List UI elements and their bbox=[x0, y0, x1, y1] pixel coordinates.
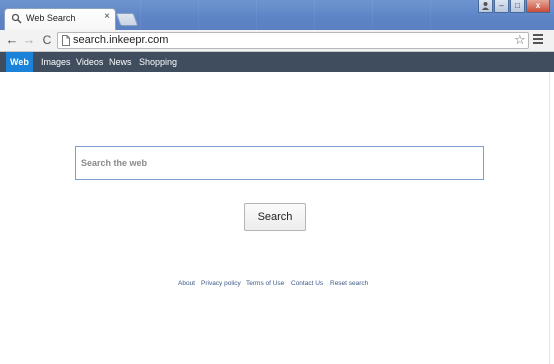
address-bar[interactable] bbox=[57, 32, 529, 49]
browser-toolbar: ← → C ☆ bbox=[0, 30, 554, 52]
bookmark-star-icon[interactable]: ☆ bbox=[514, 33, 526, 46]
tab-strip-background bbox=[140, 0, 470, 30]
page-icon bbox=[62, 35, 70, 46]
search-category-nav: Web Images Videos News Shopping bbox=[0, 52, 554, 72]
menu-icon[interactable] bbox=[533, 34, 543, 44]
nav-shopping[interactable]: Shopping bbox=[135, 52, 181, 72]
forward-button[interactable]: → bbox=[22, 33, 36, 47]
tab-close-icon[interactable]: × bbox=[104, 11, 110, 22]
tab-web-search[interactable]: Web Search × bbox=[4, 8, 116, 30]
close-window-button[interactable]: x bbox=[526, 0, 550, 13]
page-edge bbox=[549, 72, 550, 364]
tab-title: Web Search bbox=[26, 13, 76, 23]
minimize-button[interactable]: – bbox=[494, 0, 509, 13]
reload-button[interactable]: C bbox=[40, 33, 54, 47]
back-button[interactable]: ← bbox=[5, 33, 19, 47]
footer-link-reset[interactable]: Reset search bbox=[330, 280, 368, 287]
maximize-button[interactable]: □ bbox=[510, 0, 525, 13]
nav-images[interactable]: Images bbox=[37, 52, 75, 72]
footer-links: About Privacy policy Terms of Use Contac… bbox=[0, 280, 554, 292]
search-box[interactable] bbox=[75, 146, 484, 180]
browser-window: Web Search × – □ x ← → C ☆ bbox=[0, 0, 554, 364]
user-profile-icon[interactable] bbox=[478, 0, 493, 13]
nav-news[interactable]: News bbox=[105, 52, 136, 72]
new-tab-button[interactable] bbox=[115, 13, 139, 26]
nav-web[interactable]: Web bbox=[6, 52, 33, 72]
search-icon bbox=[11, 13, 22, 24]
window-controls: – □ x bbox=[478, 0, 550, 14]
footer-link-terms[interactable]: Terms of Use bbox=[246, 280, 284, 287]
footer-link-privacy[interactable]: Privacy policy bbox=[201, 280, 241, 287]
tab-strip: Web Search × – □ x bbox=[0, 0, 554, 30]
footer-link-about[interactable]: About bbox=[178, 280, 195, 287]
url-input[interactable] bbox=[73, 34, 493, 46]
nav-videos[interactable]: Videos bbox=[72, 52, 107, 72]
footer-link-contact[interactable]: Contact Us bbox=[291, 280, 323, 287]
search-button[interactable]: Search bbox=[244, 203, 306, 231]
search-input[interactable] bbox=[76, 147, 483, 179]
